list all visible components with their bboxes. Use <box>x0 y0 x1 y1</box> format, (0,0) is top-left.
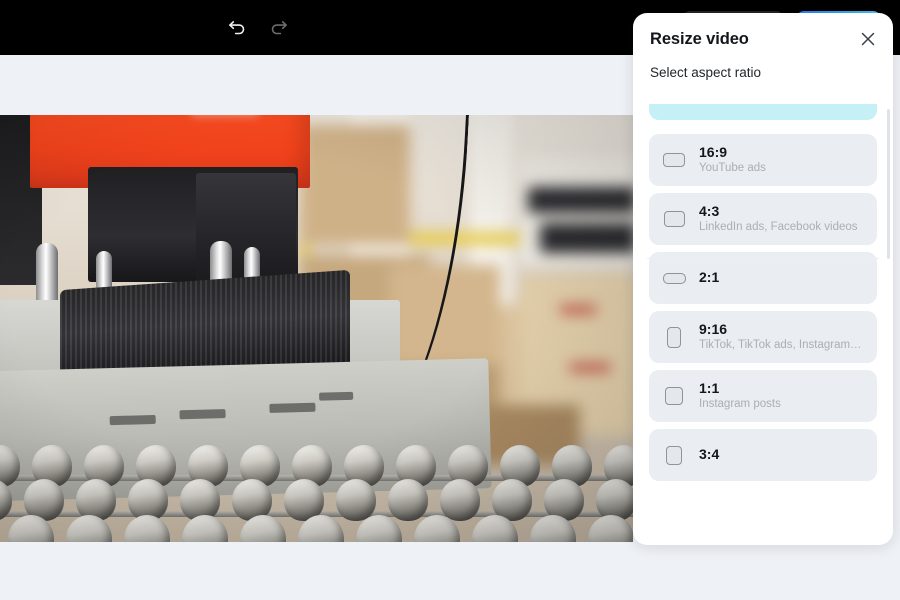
ratio-label: 3:4 <box>699 446 720 463</box>
ratio-texts: 9:16 TikTok, TikTok ads, Instagram… <box>699 321 862 353</box>
redo-arrow-icon <box>271 21 287 35</box>
aspect-ratio-option-4-3[interactable]: 4:3 LinkedIn ads, Facebook videos <box>649 193 877 245</box>
aspect-ratio-list[interactable]: A Original aspect ratio 16:9 YouTube ads <box>633 104 893 545</box>
close-panel-button[interactable] <box>855 26 881 52</box>
ratio-2-1-icon <box>662 272 686 284</box>
ratio-label: 4:3 <box>699 202 720 219</box>
panel-divider <box>647 258 879 259</box>
ratio-1-1-icon <box>662 387 686 405</box>
ratio-4-3-icon <box>662 211 686 227</box>
ratio-label: 16:9 <box>699 143 728 160</box>
close-icon <box>861 32 875 46</box>
aspect-ratio-option-3-4[interactable]: 3:4 <box>649 429 877 481</box>
ratio-description: TikTok, TikTok ads, Instagram… <box>699 339 862 352</box>
select-aspect-ratio-label: Select aspect ratio <box>650 65 762 80</box>
aspect-ratio-option-2-1[interactable]: 2:1 <box>649 252 877 304</box>
app-root: Edit more Export <box>0 0 900 600</box>
scene-vignette <box>0 115 633 542</box>
video-scene <box>0 115 633 542</box>
video-preview[interactable] <box>0 115 633 542</box>
ratio-3-4-icon <box>662 445 686 465</box>
ratio-description: Instagram posts <box>699 398 781 411</box>
ratio-label: 2:1 <box>699 269 720 286</box>
ratio-description: YouTube ads <box>699 162 766 175</box>
ratio-texts: 16:9 YouTube ads <box>699 144 766 176</box>
ratio-texts: 1:1 Instagram posts <box>699 380 781 412</box>
ratio-label: 1:1 <box>699 379 720 396</box>
panel-header: Resize video <box>633 13 893 49</box>
resize-video-panel: Resize video Select aspect ratio 16:9 Yo… <box>633 13 893 545</box>
ratio-9-16-icon <box>662 326 686 348</box>
ratio-texts: 2:1 <box>699 269 719 287</box>
undo-arrow-icon <box>229 21 245 35</box>
undo-button[interactable] <box>222 11 252 41</box>
aspect-ratio-option-16-9[interactable]: 16:9 YouTube ads <box>649 134 877 186</box>
ratio-texts: 3:4 <box>699 446 719 464</box>
aspect-ratio-option-original[interactable]: A Original aspect ratio <box>649 104 877 120</box>
original-aspect-ratio-icon: A <box>662 104 686 106</box>
redo-button[interactable] <box>264 11 294 41</box>
aspect-ratio-option-1-1[interactable]: 1:1 Instagram posts <box>649 370 877 422</box>
ratio-16-9-icon <box>662 153 686 167</box>
page-title: Resize video <box>650 30 749 48</box>
panel-scrollbar[interactable] <box>887 109 890 259</box>
ratio-texts: 4:3 LinkedIn ads, Facebook videos <box>699 203 858 235</box>
ratio-description: LinkedIn ads, Facebook videos <box>699 221 858 234</box>
ratio-label: 9:16 <box>699 320 728 337</box>
history-controls <box>222 11 294 41</box>
aspect-ratio-option-9-16[interactable]: 9:16 TikTok, TikTok ads, Instagram… <box>649 311 877 363</box>
